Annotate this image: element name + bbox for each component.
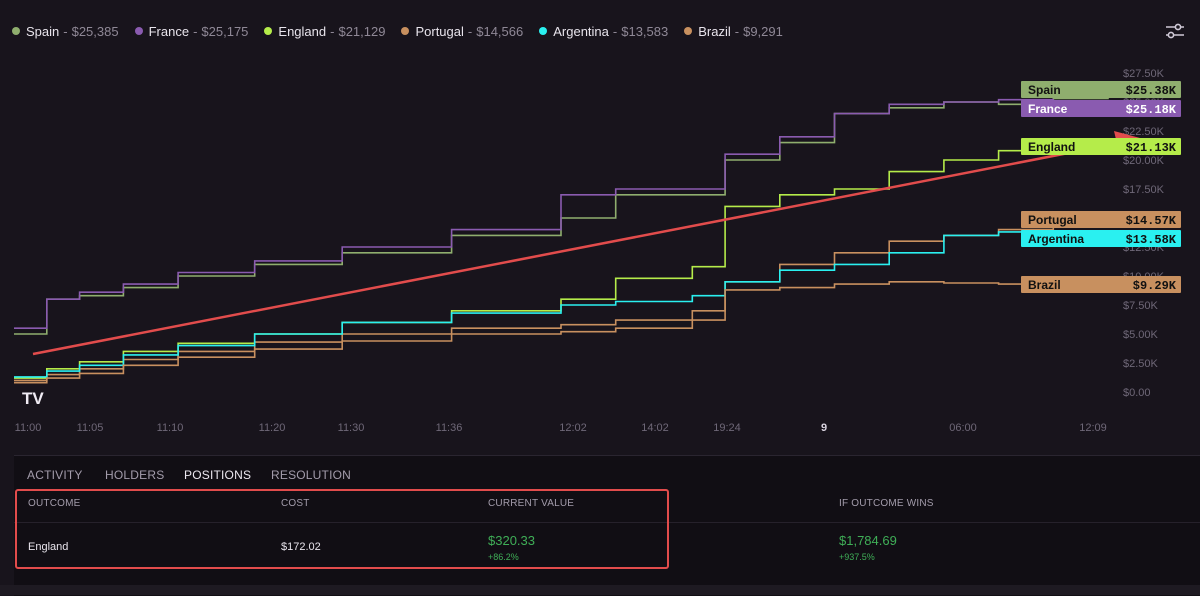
y-tick-label: $17.50K [1123,184,1165,196]
x-tick-label: 11:05 [77,422,104,434]
header-current-value: CURRENT VALUE [488,498,575,509]
end-label-name: Spain [1028,83,1061,97]
series-line-brazil [14,281,1109,384]
line-chart: $27.50K$25.00K$22.50K$20.00K$17.50K$15.0… [14,68,1181,434]
bottom-strip [0,585,1200,595]
y-tick-label: $27.50K [1123,68,1165,80]
cell-current-value: $320.33 [488,533,535,548]
y-tick-label: $0.00 [1123,387,1151,399]
tab-holders[interactable]: HOLDERS [105,468,164,482]
y-tick-label: $20.00K [1123,155,1165,167]
end-label-name: Brazil [1028,278,1061,292]
cell-if-wins-value: $1,784.69 [839,533,897,548]
end-label-name: Argentina [1028,232,1084,246]
x-tick-label: 12:09 [1079,422,1107,434]
row-divider [14,522,1200,523]
header-cost: COST [281,498,310,509]
series-line-france [14,98,1109,329]
end-label-value: $25.18K [1126,103,1177,117]
x-tick-label: 9 [821,422,827,434]
x-tick-label: 11:20 [259,422,286,434]
tab-activity[interactable]: ACTIVITY [27,468,83,482]
cell-cost: $172.02 [281,541,321,553]
tab-positions[interactable]: POSITIONS [184,468,251,482]
series-line-argentina [14,231,1109,378]
end-label-value: $13.58K [1126,233,1177,247]
tradingview-logo: TV [22,389,44,408]
cell-outcome[interactable]: England [28,541,68,553]
positions-panel: ACTIVITY HOLDERS POSITIONS RESOLUTION OU… [14,455,1200,596]
header-outcome: OUTCOME [28,498,81,509]
cell-current-change: +86.2% [488,552,519,562]
annotation-arrow-line [32,141,1121,356]
cell-if-wins-change: +937.5% [839,552,875,562]
x-tick-label: 11:30 [338,422,365,434]
end-label-name: Portugal [1028,213,1077,227]
end-label-name: France [1028,102,1068,116]
x-tick-label: 11:10 [157,422,184,434]
y-tick-label: $2.50K [1123,358,1159,370]
end-label-value: $9.29K [1133,279,1177,293]
x-tick-label: 11:00 [15,422,42,434]
y-tick-label: $5.00K [1123,329,1159,341]
end-label-value: $21.13K [1126,141,1177,155]
x-tick-label: 19:24 [713,422,741,434]
header-if-outcome-wins: IF OUTCOME WINS [839,498,934,509]
x-tick-label: 14:02 [641,422,669,434]
x-tick-label: 11:36 [436,422,463,434]
tab-resolution[interactable]: RESOLUTION [271,468,351,482]
end-label-value: $25.38K [1126,84,1177,98]
x-tick-label: 06:00 [949,422,977,434]
y-tick-label: $7.50K [1123,300,1159,312]
x-tick-label: 12:02 [559,422,587,434]
end-label-value: $14.57K [1126,214,1177,228]
end-label-name: England [1028,140,1075,154]
